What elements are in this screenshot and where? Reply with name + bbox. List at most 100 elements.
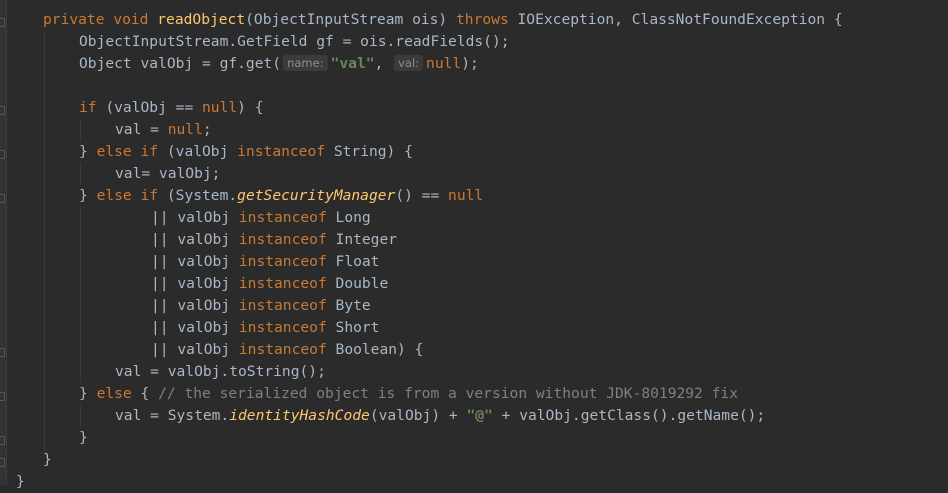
fold-marker-icon[interactable] — [0, 348, 5, 357]
fold-marker-icon[interactable] — [0, 194, 5, 203]
code-line-11: || valObj instanceof Integer — [151, 229, 397, 251]
code-line-21: } — [43, 449, 52, 471]
static-method-call: identityHashCode — [229, 407, 370, 424]
method-name: readObject — [157, 11, 246, 28]
code-text: || valObj — [151, 253, 239, 270]
code-line-14: || valObj instanceof Byte — [151, 295, 371, 317]
keyword-private: private — [43, 11, 105, 28]
code-line-20: } — [79, 427, 88, 449]
code-text: (valObj) + — [369, 407, 467, 424]
code-line-12: || valObj instanceof Float — [151, 251, 379, 273]
code-text: val= valObj; — [115, 165, 221, 182]
keyword-instanceof: instanceof — [238, 231, 327, 248]
code-text: (valObj — [158, 143, 238, 160]
code-text: + valObj.getClass().getName(); — [492, 407, 766, 424]
code-text: ); — [461, 55, 479, 72]
code-text: val = System. — [115, 407, 230, 424]
code-text: Object valObj = gf.get( — [79, 55, 282, 72]
keyword-else-if: else if — [96, 187, 159, 204]
code-text: (valObj == — [96, 99, 203, 116]
keyword-null: null — [448, 187, 484, 204]
code-text: val = valObj.toString(); — [115, 363, 326, 380]
code-text: , — [374, 55, 393, 72]
keyword-if: if — [79, 99, 97, 116]
fold-marker-icon[interactable] — [0, 392, 5, 401]
code-text: val = — [115, 121, 168, 138]
fold-marker-icon[interactable] — [0, 106, 5, 115]
indent-guide — [80, 207, 81, 383]
closing-brace: } — [79, 429, 88, 446]
code-line-1: private void readObject(ObjectInputStrea… — [43, 9, 843, 31]
code-line-16: || valObj instanceof Boolean) { — [151, 339, 423, 361]
code-text: ; — [202, 121, 212, 138]
type-name: Short — [326, 319, 380, 336]
code-text: || valObj — [151, 319, 239, 336]
keyword-throws: throws — [456, 11, 509, 28]
method-params: (ObjectInputStream ois) — [245, 11, 457, 28]
keyword-else: else — [96, 385, 132, 402]
keyword-null: null — [202, 99, 238, 116]
type-name: Long — [326, 209, 371, 226]
parameter-hint-val: val: — [394, 55, 424, 71]
string-literal: "val" — [330, 55, 375, 72]
code-line-10: || valObj instanceof Long — [151, 207, 371, 229]
keyword-null: null — [426, 55, 462, 72]
fold-marker-icon[interactable] — [0, 458, 5, 467]
code-line-15: || valObj instanceof Short — [151, 317, 379, 339]
string-literal: "@" — [466, 407, 493, 424]
code-text: } — [79, 385, 97, 402]
code-line-18: } else { // the serialized object is fro… — [79, 383, 738, 405]
indent-guide — [80, 163, 81, 185]
keyword-instanceof: instanceof — [238, 275, 327, 292]
code-text: ObjectInputStream.GetField gf = ois.read… — [79, 33, 510, 50]
keyword-instanceof: instanceof — [238, 253, 327, 270]
exception-list: IOException, ClassNotFoundException { — [508, 11, 843, 28]
code-text: || valObj — [151, 275, 239, 292]
code-line-6: val = null; — [115, 119, 212, 141]
keyword-instanceof: instanceof — [238, 319, 327, 336]
code-line-2: ObjectInputStream.GetField gf = ois.read… — [79, 31, 510, 53]
code-text: || valObj — [151, 231, 239, 248]
keyword-instanceof: instanceof — [238, 297, 327, 314]
type-name: Byte — [326, 297, 371, 314]
type-name: Float — [326, 253, 380, 270]
type-name: Double — [326, 275, 389, 292]
code-text: ) { — [237, 99, 264, 116]
code-line-17: val = valObj.toString(); — [115, 361, 326, 383]
code-text: String) { — [325, 143, 413, 160]
code-line-5: if (valObj == null) { — [79, 97, 264, 119]
code-text: || valObj — [151, 341, 239, 358]
keyword-instanceof: instanceof — [238, 209, 327, 226]
closing-brace: } — [16, 473, 25, 490]
code-line-7: } else if (valObj instanceof String) { — [79, 141, 413, 163]
keyword-null: null — [167, 121, 203, 138]
static-method-call: getSecurityManager — [237, 187, 396, 204]
code-line-3: Object valObj = gf.get(name: "val", val: n… — [79, 53, 479, 75]
code-text: { — [131, 385, 159, 402]
indent-guide — [44, 31, 45, 451]
code-text: () == — [395, 187, 449, 204]
code-line-8: val= valObj; — [115, 163, 220, 185]
type-name: Boolean) { — [326, 341, 424, 358]
closing-brace: } — [43, 451, 52, 468]
code-line-9: } else if (System.getSecurityManager() =… — [79, 185, 483, 207]
code-text: || valObj — [151, 297, 239, 314]
fold-marker-icon[interactable] — [0, 436, 5, 445]
keyword-void: void — [113, 11, 149, 28]
indent-guide — [80, 119, 81, 141]
code-line-19: val = System.identityHashCode(valObj) + … — [115, 405, 765, 427]
keyword-instanceof: instanceof — [238, 341, 327, 358]
code-text: || valObj — [151, 209, 239, 226]
parameter-hint-name: name: — [283, 55, 328, 71]
editor-gutter — [0, 0, 7, 485]
code-text: } — [79, 143, 97, 160]
keyword-else-if: else if — [96, 143, 159, 160]
code-line-13: || valObj instanceof Double — [151, 273, 388, 295]
fold-marker-icon[interactable] — [0, 150, 5, 159]
keyword-instanceof: instanceof — [237, 143, 326, 160]
code-comment: // the serialized object is from a versi… — [158, 385, 738, 402]
type-name: Integer — [326, 231, 398, 248]
code-text: } — [79, 187, 97, 204]
fold-marker-icon[interactable] — [0, 18, 5, 27]
indent-guide — [80, 405, 81, 427]
